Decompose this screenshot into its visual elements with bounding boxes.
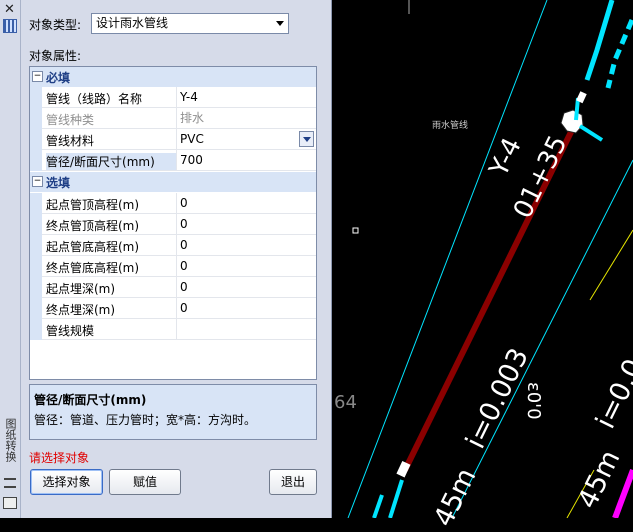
material-dropdown-button[interactable] — [299, 131, 314, 147]
category-optional[interactable]: − 选填 — [30, 172, 316, 192]
prop-row-start-bottom-elev[interactable]: 起点管底高程(m) 0 — [30, 235, 316, 256]
prop-value[interactable]: 700 — [176, 150, 316, 170]
yellow-line — [589, 229, 633, 301]
prop-name: 终点管顶高程(m) — [46, 219, 140, 233]
road-edge-line — [347, 0, 548, 519]
object-type-select[interactable]: 设计雨水管线 — [91, 13, 289, 34]
prop-value[interactable]: 0 — [176, 193, 316, 213]
prop-value[interactable]: 0 — [176, 298, 316, 318]
side-dock: ✕ 图纸转换 — [0, 0, 21, 518]
property-grid: − 必填 管线（线路）名称 Y-4 管线种类 排水 管线材料 PVC 管径/断面… — [29, 66, 317, 380]
small-cad-text: 雨水管线 — [432, 121, 469, 131]
prop-row-start-depth[interactable]: 起点埋深(m) 0 — [30, 277, 316, 298]
assign-button[interactable]: 赋值 — [109, 469, 181, 495]
description-title: 管径/断面尺寸(mm) — [34, 393, 147, 407]
exit-button[interactable]: 退出 — [269, 469, 317, 495]
collapse-icon[interactable]: − — [32, 176, 43, 187]
object-type-label: 对象类型: — [29, 18, 82, 32]
prop-name: 起点管顶高程(m) — [46, 198, 140, 212]
property-panel: 对象类型: 设计雨水管线 对象属性: − 必填 管线（线路）名称 Y-4 管线种… — [21, 0, 332, 518]
prop-name: 起点管底高程(m) — [46, 240, 140, 254]
dock-tab-drawing-conversion[interactable]: 图纸转换 — [2, 418, 18, 462]
prop-value[interactable]: PVC — [176, 129, 316, 149]
cad-canvas[interactable]: Y-4 01+35 i=0.003 i=0.0 45m 45m 64 ε0'0 … — [332, 0, 633, 532]
prop-row-pipe-size[interactable]: 管径/断面尺寸(mm) 700 — [30, 150, 316, 171]
prop-value[interactable]: 0 — [176, 214, 316, 234]
prop-row-pipe-material[interactable]: 管线材料 PVC — [30, 129, 316, 150]
category-title: 选填 — [46, 176, 71, 190]
category-title: 必填 — [46, 71, 71, 85]
prop-row-end-depth[interactable]: 终点埋深(m) 0 — [30, 298, 316, 319]
dim-text: 64 — [334, 392, 357, 413]
prop-name: 管线（线路）名称 — [46, 92, 143, 106]
object-props-label: 对象属性: — [29, 49, 82, 63]
manhole-icon — [560, 109, 584, 134]
prop-row-end-bottom-elev[interactable]: 终点管底高程(m) 0 — [30, 256, 316, 277]
description-text: 管径：管道、压力管时；宽*高：方沟时。 — [34, 413, 257, 427]
list-icon[interactable] — [4, 478, 16, 488]
prop-value: 排水 — [176, 108, 316, 128]
prop-value[interactable]: 0 — [176, 235, 316, 255]
status-text: 请选择对象 — [29, 451, 90, 465]
prop-name: 管线材料 — [46, 134, 95, 148]
prop-value[interactable] — [176, 319, 316, 339]
prop-name: 起点埋深(m) — [46, 282, 116, 296]
prop-row-end-top-elev[interactable]: 终点管顶高程(m) 0 — [30, 214, 316, 235]
prop-row-pipe-type[interactable]: 管线种类 排水 — [30, 108, 316, 129]
close-icon[interactable]: ✕ — [4, 2, 15, 17]
chevron-down-icon — [276, 21, 284, 26]
prop-name: 终点管底高程(m) — [46, 261, 140, 275]
prop-name: 管线种类 — [46, 113, 95, 127]
property-description: 管径/断面尺寸(mm) 管径：管道、压力管时；宽*高：方沟时。 — [29, 384, 317, 440]
grid-icon[interactable] — [3, 19, 17, 33]
prop-name: 管线规模 — [46, 324, 95, 338]
prop-value[interactable]: 0 — [176, 256, 316, 276]
prop-value[interactable]: Y-4 — [176, 87, 316, 107]
category-required[interactable]: − 必填 — [30, 67, 316, 87]
rotated-label: ε0'0 — [523, 382, 544, 420]
prop-name: 终点埋深(m) — [46, 303, 116, 317]
collapse-icon[interactable]: − — [32, 71, 43, 82]
prop-value[interactable]: 0 — [176, 277, 316, 297]
select-object-button[interactable]: 选择对象 — [30, 469, 103, 495]
prop-row-pipe-name[interactable]: 管线（线路）名称 Y-4 — [30, 87, 316, 108]
prop-name: 管径/断面尺寸(mm) — [46, 153, 176, 170]
prop-row-start-top-elev[interactable]: 起点管顶高程(m) 0 — [30, 193, 316, 214]
window-icon[interactable] — [3, 497, 17, 509]
prop-row-pipe-scale[interactable]: 管线规模 — [30, 319, 316, 340]
object-type-value: 设计雨水管线 — [96, 16, 169, 30]
